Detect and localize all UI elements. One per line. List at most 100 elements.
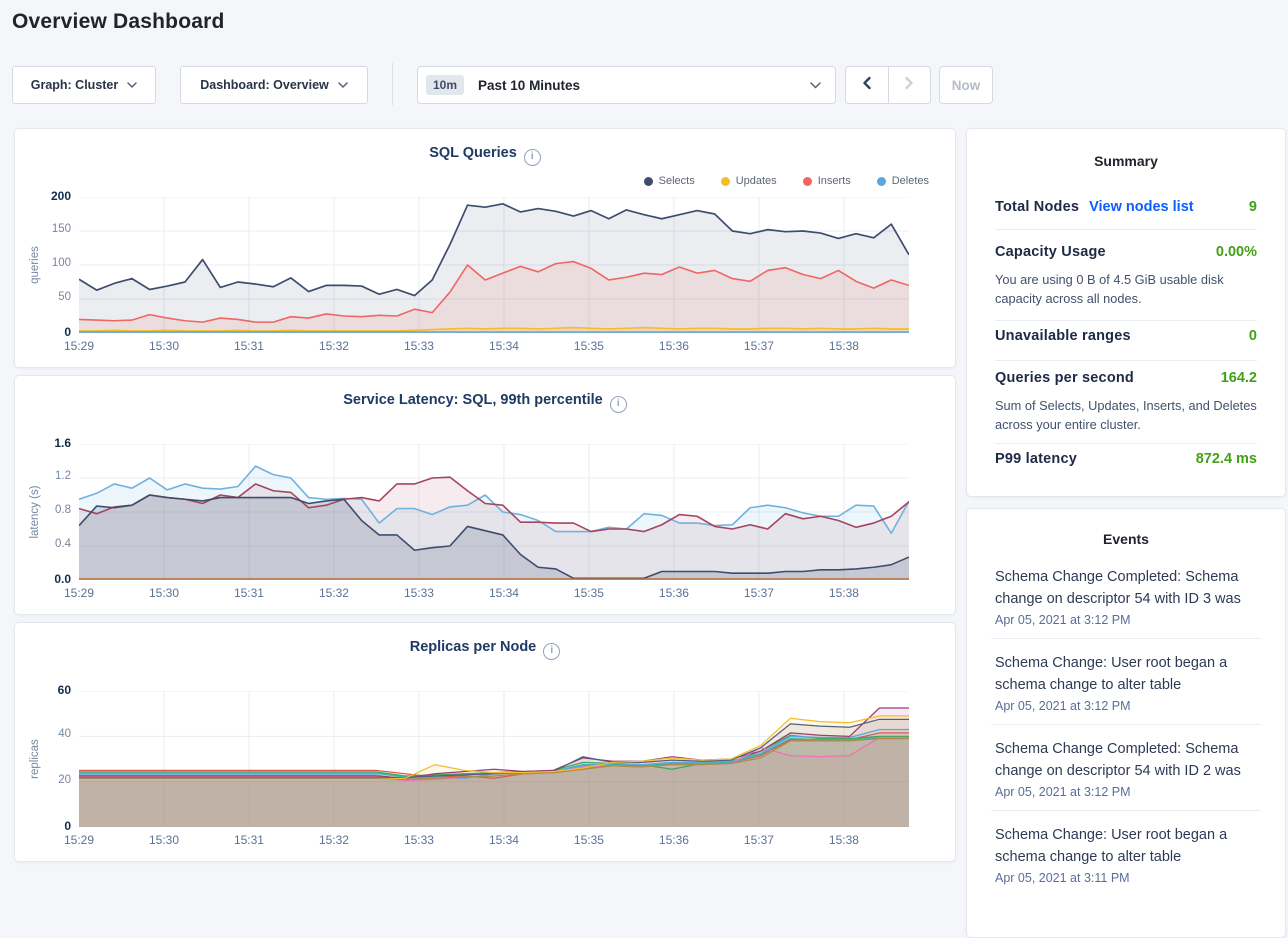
y-tick-label: 200: [19, 189, 71, 203]
summary-row-total-nodes: Total Nodes View nodes list 9: [995, 199, 1257, 215]
legend-item[interactable]: Updates: [721, 175, 777, 187]
x-tick-label: 15:32: [306, 833, 362, 847]
legend-label: Deletes: [892, 175, 929, 187]
y-tick-label: 0.8: [19, 504, 71, 516]
legend-dot-icon: [803, 177, 812, 186]
summary-row-unavailable: Unavailable ranges 0: [995, 328, 1257, 344]
x-tick-label: 15:30: [136, 339, 192, 353]
chart-title-row: Replicas per Nodei: [15, 639, 955, 660]
qps-subtext: Sum of Selects, Updates, Inserts, and De…: [995, 396, 1263, 434]
x-tick-label: 15:29: [51, 339, 107, 353]
graph-dropdown[interactable]: Graph: Cluster: [12, 66, 156, 104]
x-tick-label: 15:36: [646, 833, 702, 847]
chevron-right-icon: [903, 76, 915, 95]
capacity-value: 0.00%: [1216, 244, 1257, 260]
event-timestamp: Apr 05, 2021 at 3:12 PM: [995, 699, 1261, 713]
x-tick-label: 15:30: [136, 833, 192, 847]
now-button[interactable]: Now: [939, 66, 993, 104]
x-tick-label: 15:35: [561, 833, 617, 847]
p99-latency-value: 872.4 ms: [1196, 451, 1257, 467]
x-tick-label: 15:32: [306, 586, 362, 600]
list-item: Schema Change: User root began a schema …: [967, 639, 1285, 724]
y-tick-label: 1.2: [19, 470, 71, 482]
unavailable-ranges-label: Unavailable ranges: [995, 328, 1131, 344]
event-message: Schema Change: User root began a schema …: [995, 824, 1261, 868]
x-tick-label: 15:36: [646, 339, 702, 353]
chevron-down-icon: [127, 82, 137, 88]
chart-title-row: SQL Queriesi: [15, 145, 955, 166]
x-tick-label: 15:33: [391, 339, 447, 353]
x-tick-label: 15:29: [51, 833, 107, 847]
x-tick-label: 15:34: [476, 586, 532, 600]
x-tick-label: 15:38: [816, 833, 872, 847]
divider: [995, 360, 1257, 361]
plot-area[interactable]: [79, 444, 909, 580]
y-tick-label: 150: [19, 223, 71, 235]
list-item: Schema Change Completed: Schema change o…: [967, 553, 1285, 638]
chart-canvas[interactable]: [79, 444, 909, 580]
next-range-button[interactable]: [889, 67, 931, 103]
dashboard-dropdown[interactable]: Dashboard: Overview: [180, 66, 368, 104]
y-tick-label: 50: [19, 291, 71, 303]
x-tick-label: 15:33: [391, 586, 447, 600]
x-tick-label: 15:37: [731, 586, 787, 600]
x-axis-labels: 15:2915:3015:3115:3215:3315:3415:3515:36…: [79, 833, 909, 849]
x-axis-labels: 15:2915:3015:3115:3215:3315:3415:3515:36…: [79, 586, 909, 602]
x-tick-label: 15:31: [221, 833, 277, 847]
info-icon[interactable]: i: [524, 149, 541, 166]
chart-canvas[interactable]: [79, 691, 909, 827]
time-range-label: Past 10 Minutes: [478, 78, 580, 93]
x-tick-label: 15:31: [221, 339, 277, 353]
x-tick-label: 15:38: [816, 586, 872, 600]
chart-panel-service-latency: Service Latency: SQL, 99th percentilei l…: [14, 375, 956, 615]
event-timestamp: Apr 05, 2021 at 3:11 PM: [995, 871, 1261, 885]
info-icon[interactable]: i: [610, 396, 627, 413]
dashboard-dropdown-label: Dashboard: Overview: [200, 78, 329, 92]
event-message: Schema Change: User root began a schema …: [995, 652, 1261, 696]
summary-title: Summary: [967, 153, 1285, 169]
prev-range-button[interactable]: [846, 67, 889, 103]
chart-panel-replicas-per-node: Replicas per Nodei replicas 0204060 15:2…: [14, 622, 956, 862]
y-tick-label: 0.0: [19, 572, 71, 586]
x-tick-label: 15:32: [306, 339, 362, 353]
total-nodes-value: 9: [1249, 199, 1257, 215]
capacity-label: Capacity Usage: [995, 244, 1106, 260]
x-tick-label: 15:37: [731, 339, 787, 353]
summary-row-capacity: Capacity Usage 0.00%: [995, 244, 1257, 260]
legend-item[interactable]: Inserts: [803, 175, 851, 187]
total-nodes-label: Total Nodes: [995, 199, 1079, 215]
page-title: Overview Dashboard: [12, 10, 225, 34]
time-range-badge: 10m: [426, 75, 464, 95]
events-list: Schema Change Completed: Schema change o…: [967, 553, 1285, 896]
x-tick-label: 15:38: [816, 339, 872, 353]
summary-row-qps: Queries per second 164.2: [995, 370, 1257, 386]
list-item: Schema Change: User root began a schema …: [967, 811, 1285, 896]
summary-panel: Summary Total Nodes View nodes list 9 Ca…: [966, 128, 1286, 497]
legend-label: Inserts: [818, 175, 851, 187]
chevron-down-icon: [810, 82, 821, 89]
legend-item[interactable]: Deletes: [877, 175, 929, 187]
plot-area[interactable]: [79, 691, 909, 827]
time-range-selector[interactable]: 10m Past 10 Minutes: [417, 66, 836, 104]
qps-value: 164.2: [1221, 370, 1257, 386]
chart-panel-sql-queries: SQL Queriesi Selects Updates Inserts Delete…: [14, 128, 956, 368]
view-nodes-list-link[interactable]: View nodes list: [1089, 199, 1194, 215]
divider: [995, 229, 1257, 230]
x-tick-label: 15:34: [476, 833, 532, 847]
info-icon[interactable]: i: [543, 643, 560, 660]
chevron-left-icon: [861, 76, 873, 95]
events-panel: Events Schema Change Completed: Schema c…: [966, 508, 1286, 938]
x-tick-label: 15:34: [476, 339, 532, 353]
y-axis-labels: 0.00.40.81.21.6: [19, 444, 71, 580]
event-message: Schema Change Completed: Schema change o…: [995, 566, 1261, 610]
chart-title-row: Service Latency: SQL, 99th percentilei: [15, 392, 955, 413]
legend-label: Updates: [736, 175, 777, 187]
y-tick-label: 0.4: [19, 538, 71, 550]
chart-canvas[interactable]: [79, 197, 909, 333]
capacity-subtext: You are using 0 B of 4.5 GiB usable disk…: [995, 270, 1263, 308]
x-tick-label: 15:29: [51, 586, 107, 600]
plot-area[interactable]: [79, 197, 909, 333]
x-tick-label: 15:35: [561, 339, 617, 353]
legend-item[interactable]: Selects: [644, 175, 695, 187]
x-tick-label: 15:31: [221, 586, 277, 600]
